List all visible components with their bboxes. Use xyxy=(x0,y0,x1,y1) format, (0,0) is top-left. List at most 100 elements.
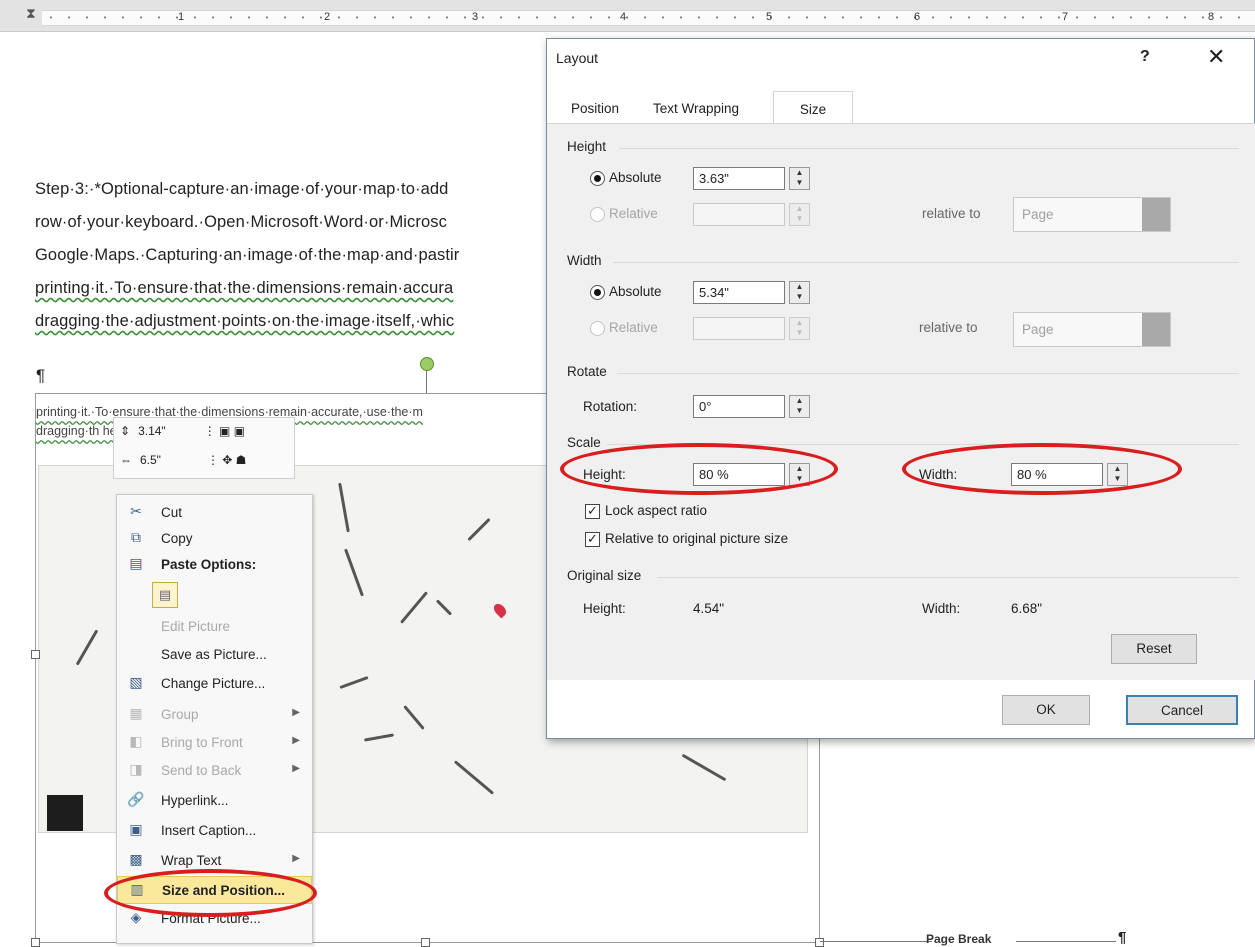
rotation-spinner[interactable]: ▲ ▼ xyxy=(789,395,810,418)
height-absolute-radio[interactable] xyxy=(590,171,605,186)
annotation-ellipse xyxy=(560,443,838,495)
height-relative-spinner[interactable]: ▲ ▼ xyxy=(789,203,810,226)
width-relative-to-label: relative to xyxy=(919,320,978,335)
bring-front-icon: ◧ xyxy=(129,733,143,749)
ruler-number: 6 xyxy=(914,11,921,23)
dialog-title: Layout xyxy=(556,50,599,66)
submenu-arrow-icon: ▶ xyxy=(292,853,300,864)
menu-item-save-as-picture[interactable]: Save as Picture... xyxy=(117,641,312,669)
page-break-label: Page Break xyxy=(926,932,992,946)
lock-aspect-ratio-checkbox[interactable]: ✓ xyxy=(585,504,600,519)
shape-width-field[interactable]: 6.5" xyxy=(140,453,161,467)
indent-marker-icon[interactable]: ⧗ xyxy=(26,5,36,22)
ruler-number: 8 xyxy=(1208,11,1215,23)
height-relative-input[interactable] xyxy=(693,203,785,226)
menu-item-insert-caption[interactable]: ▣ Insert Caption... xyxy=(117,817,312,845)
hyperlink-icon: 🔗 xyxy=(127,791,145,807)
resize-handle[interactable] xyxy=(421,938,430,947)
height-relative-to-label: relative to xyxy=(922,206,981,221)
menu-item-copy[interactable]: ⧉ Copy xyxy=(117,525,312,553)
wrap-text-icon: ▩ xyxy=(129,851,143,867)
menu-item-bring-to-front[interactable]: ◧ Bring to Front ▶ xyxy=(117,729,312,757)
picture-mini-toolbar: ⇕ 3.14" ⋮ ▣ ▣ ⇔ 6.5" ⋮ ✥ ☗ xyxy=(113,417,295,479)
rotation-input[interactable]: 0° xyxy=(693,395,785,418)
paste-icon: ▤ xyxy=(129,555,143,571)
width-relative-radio[interactable] xyxy=(590,321,605,336)
change-picture-icon: ▧ xyxy=(129,674,143,690)
page-break-line xyxy=(820,941,932,942)
resize-handle[interactable] xyxy=(31,650,40,659)
height-relative-radio[interactable] xyxy=(590,207,605,222)
width-absolute-radio[interactable] xyxy=(590,285,605,300)
shape-height-field[interactable]: 3.14" xyxy=(138,424,166,438)
document-text-line[interactable]: printing·it.·To·ensure·that·the·dimensio… xyxy=(35,279,453,298)
group-icon: ▦ xyxy=(129,705,143,721)
document-text-line[interactable]: row·of·your·keyboard.·Open·Microsoft·Wor… xyxy=(35,213,447,232)
menu-item-send-to-back[interactable]: ◨ Send to Back ▶ xyxy=(117,757,312,785)
menu-item-cut[interactable]: ✂ Cut xyxy=(117,499,312,527)
rotate-group-label: Rotate xyxy=(567,364,607,379)
document-text-line[interactable]: dragging·the·adjustment·points·on·the·im… xyxy=(35,312,454,331)
layout-dialog: Layout ? ✕ Position Text Wrapping Size H… xyxy=(546,38,1255,739)
copy-icon: ⧉ xyxy=(131,529,141,545)
width-absolute-label: Absolute xyxy=(609,284,662,299)
menu-item-change-picture[interactable]: ▧ Change Picture... xyxy=(117,670,312,698)
tab-position[interactable]: Position xyxy=(561,91,629,123)
shape-width-icon: ⇔ xyxy=(120,453,132,467)
horizontal-ruler[interactable]: ⧗ 1 2 3 4 5 6 7 8 xyxy=(0,0,1255,32)
layout-options-icon[interactable]: ⋮ ✥ ☗ xyxy=(207,453,246,467)
width-relative-input[interactable] xyxy=(693,317,785,340)
page-break-line xyxy=(1016,941,1116,942)
original-width-value: 6.68" xyxy=(1011,601,1043,616)
reset-button[interactable]: Reset xyxy=(1111,634,1197,664)
help-button[interactable]: ? xyxy=(1140,48,1150,66)
close-button[interactable]: ✕ xyxy=(1207,44,1225,70)
paste-option-button[interactable]: ▤ xyxy=(152,582,178,608)
menu-item-paste-options: ▤ Paste Options: xyxy=(117,551,312,579)
tab-size[interactable]: Size xyxy=(773,91,853,123)
height-absolute-input[interactable]: 3.63" xyxy=(693,167,785,190)
menu-item-edit-picture[interactable]: Edit Picture xyxy=(117,613,312,641)
cancel-button[interactable]: Cancel xyxy=(1126,695,1238,725)
dialog-tabs: Position Text Wrapping Size xyxy=(547,91,1255,123)
tab-text-wrapping[interactable]: Text Wrapping xyxy=(643,91,749,123)
height-relative-to-select[interactable]: Page xyxy=(1013,197,1171,232)
send-back-icon: ◨ xyxy=(129,761,143,777)
width-relative-to-select[interactable]: Page xyxy=(1013,312,1171,347)
width-group-label: Width xyxy=(567,253,602,268)
paragraph-mark: ¶ xyxy=(1118,929,1127,946)
resize-handle[interactable] xyxy=(31,938,40,947)
submenu-arrow-icon: ▶ xyxy=(292,735,300,746)
width-relative-spinner[interactable]: ▲ ▼ xyxy=(789,317,810,340)
ruler-number: 2 xyxy=(324,11,331,23)
ruler-number: 3 xyxy=(472,11,479,23)
ruler-number: 5 xyxy=(766,11,773,23)
height-absolute-spinner[interactable]: ▲ ▼ xyxy=(789,167,810,190)
height-group-label: Height xyxy=(567,139,607,154)
width-relative-label: Relative xyxy=(609,320,658,335)
annotation-ellipse xyxy=(104,869,317,917)
original-height-label: Height: xyxy=(583,601,626,616)
annotation-ellipse xyxy=(902,443,1182,495)
resize-handle[interactable] xyxy=(815,938,824,947)
format-picture-icon: ◈ xyxy=(130,909,142,925)
chevron-down-icon xyxy=(1142,313,1170,346)
height-absolute-label: Absolute xyxy=(609,170,662,185)
menu-item-group[interactable]: ▦ Group ▶ xyxy=(117,701,312,729)
rotate-handle[interactable] xyxy=(420,357,434,371)
ruler-number: 7 xyxy=(1062,11,1069,23)
shape-height-icon: ⇕ xyxy=(120,424,131,438)
width-absolute-spinner[interactable]: ▲ ▼ xyxy=(789,281,810,304)
document-text-line[interactable]: Google·Maps.·Capturing·an·image·of·the·m… xyxy=(35,246,459,265)
crop-icon[interactable]: ⋮ ▣ ▣ xyxy=(204,424,245,438)
chevron-down-icon xyxy=(1142,198,1170,231)
original-height-value: 4.54" xyxy=(693,601,725,616)
width-absolute-input[interactable]: 5.34" xyxy=(693,281,785,304)
relative-to-original-checkbox[interactable]: ✓ xyxy=(585,532,600,547)
document-text-line[interactable]: Step·3:·*Optional-capture·an·image·of·yo… xyxy=(35,180,448,199)
menu-item-hyperlink[interactable]: 🔗 Hyperlink... xyxy=(117,787,312,815)
ok-button[interactable]: OK xyxy=(1002,695,1090,725)
ruler-ticks xyxy=(42,16,1255,19)
ruler-number: 1 xyxy=(178,11,185,23)
lock-aspect-ratio-label: Lock aspect ratio xyxy=(605,503,708,518)
